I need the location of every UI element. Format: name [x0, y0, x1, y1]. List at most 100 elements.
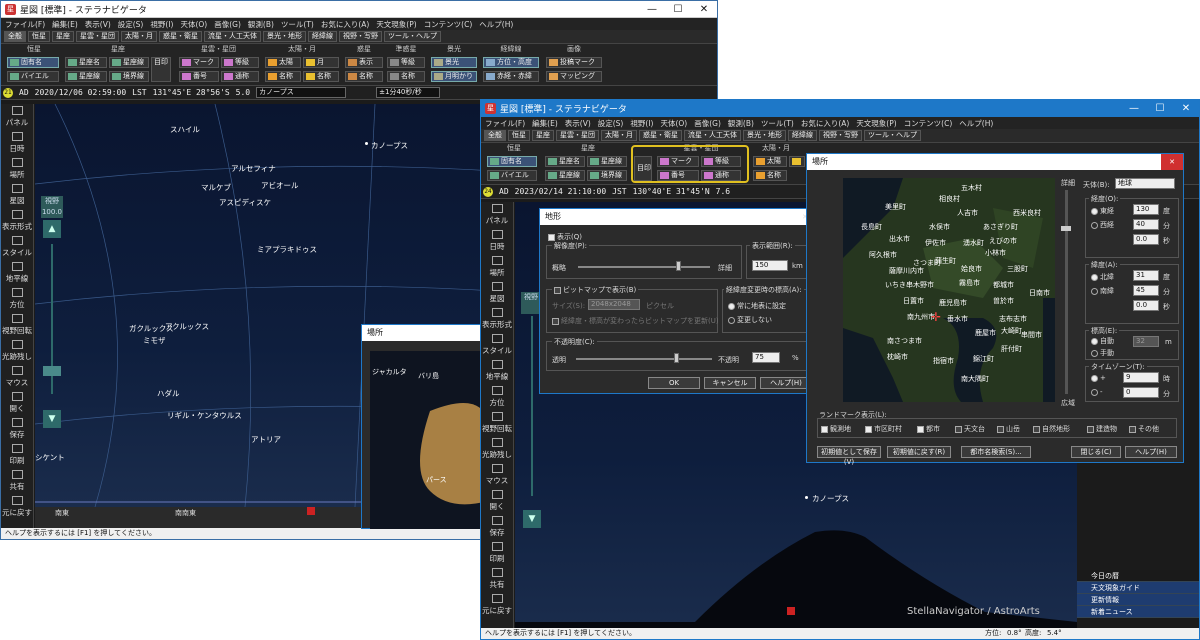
- west-radio[interactable]: 西経: [1091, 220, 1114, 230]
- tab-meteors[interactable]: 流星・人工天体: [684, 130, 741, 141]
- tab-planets[interactable]: 惑星・衛星: [639, 130, 682, 141]
- sun-name-toggle[interactable]: 名称: [265, 71, 301, 82]
- manual-radio[interactable]: 手動: [1091, 348, 1114, 358]
- sidebar-print[interactable]: 印刷: [481, 540, 513, 566]
- location-value[interactable]: 131°45'E 28°56'S: [153, 88, 230, 97]
- sidebar-location[interactable]: 場所: [1, 156, 33, 182]
- sidebar-style[interactable]: スタイル: [1, 234, 33, 260]
- tab-fov[interactable]: 視野・写野: [339, 31, 382, 42]
- moonlight-toggle[interactable]: 月明かり: [431, 71, 477, 82]
- sidebar-location[interactable]: 場所: [481, 254, 513, 280]
- mark-toggle[interactable]: マーク: [657, 156, 699, 167]
- proper-name-toggle[interactable]: 固有名: [7, 57, 59, 68]
- tab-general[interactable]: 全般: [484, 130, 506, 141]
- city-search-button[interactable]: 都市名検索(S)...: [961, 446, 1031, 458]
- star-canopus[interactable]: [365, 142, 368, 145]
- lon-deg-input[interactable]: 130: [1133, 204, 1159, 215]
- menu-help[interactable]: ヘルプ(H): [479, 19, 513, 30]
- opacity-thumb[interactable]: [674, 353, 679, 363]
- sidebar-direction[interactable]: 方位: [481, 384, 513, 410]
- menu-edit[interactable]: 編集(E): [532, 118, 558, 129]
- resolution-slider[interactable]: [578, 266, 710, 268]
- menu-contents[interactable]: コンテンツ(C): [424, 19, 473, 30]
- menu-observe[interactable]: 観測(B): [248, 19, 274, 30]
- moon-toggle[interactable]: [789, 156, 805, 167]
- resolution-thumb[interactable]: [676, 261, 681, 271]
- tab-sun-moon[interactable]: 太陽・月: [601, 130, 637, 141]
- sidebar-datetime[interactable]: 日時: [481, 228, 513, 254]
- menu-tools[interactable]: ツール(T): [761, 118, 794, 129]
- minimize-button[interactable]: —: [639, 4, 665, 15]
- sidebar-horizon[interactable]: 地平線: [1, 260, 33, 286]
- landmark-city[interactable]: 都市: [917, 424, 940, 434]
- mapping-toggle[interactable]: マッピング: [546, 71, 602, 82]
- sidebar-direction[interactable]: 方位: [1, 286, 33, 312]
- sidebar-print[interactable]: 印刷: [1, 442, 33, 468]
- tz-minus-radio[interactable]: -: [1091, 388, 1103, 396]
- sidebar-open[interactable]: 開く: [481, 488, 513, 514]
- marker-toggle[interactable]: 目印: [634, 156, 652, 181]
- landmark-municipality[interactable]: 市区町村: [865, 424, 902, 434]
- planet-mag-toggle[interactable]: 名称: [345, 71, 383, 82]
- const-name-toggle[interactable]: 星座名: [545, 156, 585, 167]
- menu-favorites[interactable]: お気に入り(A): [801, 118, 849, 129]
- tab-meteors[interactable]: 流星・人工天体: [204, 31, 261, 42]
- menu-edit[interactable]: 編集(E): [52, 19, 78, 30]
- menu-file[interactable]: ファイル(F): [485, 118, 525, 129]
- tab-constellations[interactable]: 星座: [532, 130, 554, 141]
- help-button[interactable]: ヘルプ(H): [760, 377, 812, 389]
- tz-min-input[interactable]: 0: [1123, 387, 1159, 398]
- const-line2-toggle[interactable]: 星座線: [109, 57, 149, 68]
- tab-scenery[interactable]: 景光・地形: [263, 31, 306, 42]
- landmark-building[interactable]: 建造物: [1087, 424, 1117, 434]
- menu-observe[interactable]: 観測(B): [728, 118, 754, 129]
- sidebar-save[interactable]: 保存: [1, 416, 33, 442]
- lon-sec-input[interactable]: 0.0: [1133, 234, 1159, 245]
- bitmap-checkbox[interactable]: ビットマップで表示(B): [552, 285, 639, 295]
- range-input[interactable]: 150: [752, 260, 788, 271]
- sidebar-mouse[interactable]: マウス: [1, 364, 33, 390]
- minimize-button[interactable]: —: [1121, 103, 1147, 114]
- const-line-toggle[interactable]: 星座線: [65, 71, 107, 82]
- sun-toggle[interactable]: 太陽: [265, 57, 301, 68]
- magnitude-value[interactable]: 7.6: [716, 187, 730, 196]
- boundary-toggle[interactable]: 境界線: [109, 71, 149, 82]
- opacity-slider[interactable]: [576, 358, 712, 360]
- landmark-nature[interactable]: 自然地形: [1033, 424, 1070, 434]
- datetime-value[interactable]: 2020/12/06 02:59:00: [35, 88, 127, 97]
- sidebar-panel[interactable]: パネル: [1, 104, 33, 130]
- tab-stars[interactable]: 恒星: [508, 130, 530, 141]
- sidebar-share[interactable]: 共有: [481, 566, 513, 592]
- sidebar-open[interactable]: 開く: [1, 390, 33, 416]
- tz-plus-radio[interactable]: +: [1091, 374, 1106, 382]
- panel-updates[interactable]: 更新情報: [1077, 594, 1199, 606]
- common-name-toggle[interactable]: 通称: [701, 170, 741, 181]
- no-change-radio[interactable]: 変更しない: [728, 315, 772, 325]
- const-line-toggle[interactable]: 星座線: [545, 170, 585, 181]
- tab-nebulae[interactable]: 星雲・星団: [76, 31, 119, 42]
- common-name-toggle[interactable]: 通称: [221, 71, 259, 82]
- menu-fov[interactable]: 視野(I): [150, 19, 173, 30]
- sidebar-undo[interactable]: 元に戻す: [481, 592, 513, 618]
- planet-show-toggle[interactable]: 表示: [345, 57, 383, 68]
- sidebar-display-mode[interactable]: 表示形式: [1, 208, 33, 234]
- magnitude-value[interactable]: 5.0: [236, 88, 250, 97]
- zoom-in-button[interactable]: ▲: [43, 220, 61, 238]
- panel-calendar[interactable]: 今日の暦: [1077, 570, 1199, 582]
- help-button[interactable]: ヘルプ(H): [1125, 446, 1177, 458]
- zoom-out-button[interactable]: ▼: [43, 410, 61, 428]
- update-checkbox[interactable]: 経緯度・標高が変わったらビットマップを更新(U): [552, 316, 719, 326]
- panel-news[interactable]: 新着ニュース: [1077, 606, 1199, 618]
- tab-tools[interactable]: ツール・ヘルプ: [864, 130, 921, 141]
- tz-hour-input[interactable]: 9: [1123, 372, 1159, 383]
- menu-image[interactable]: 画像(G): [694, 118, 721, 129]
- radec-grid-toggle[interactable]: 赤経・赤緯: [483, 71, 539, 82]
- sidebar-panel[interactable]: パネル: [481, 202, 513, 228]
- landmark-mountain[interactable]: 山岳: [997, 424, 1020, 434]
- sidebar-trails[interactable]: 光跡残し: [481, 436, 513, 462]
- const-name-toggle[interactable]: 星座名: [65, 57, 107, 68]
- sidebar-horizon[interactable]: 地平線: [481, 358, 513, 384]
- menu-view[interactable]: 表示(V): [565, 118, 591, 129]
- number-toggle[interactable]: 番号: [179, 71, 219, 82]
- maximize-button[interactable]: ☐: [665, 4, 691, 15]
